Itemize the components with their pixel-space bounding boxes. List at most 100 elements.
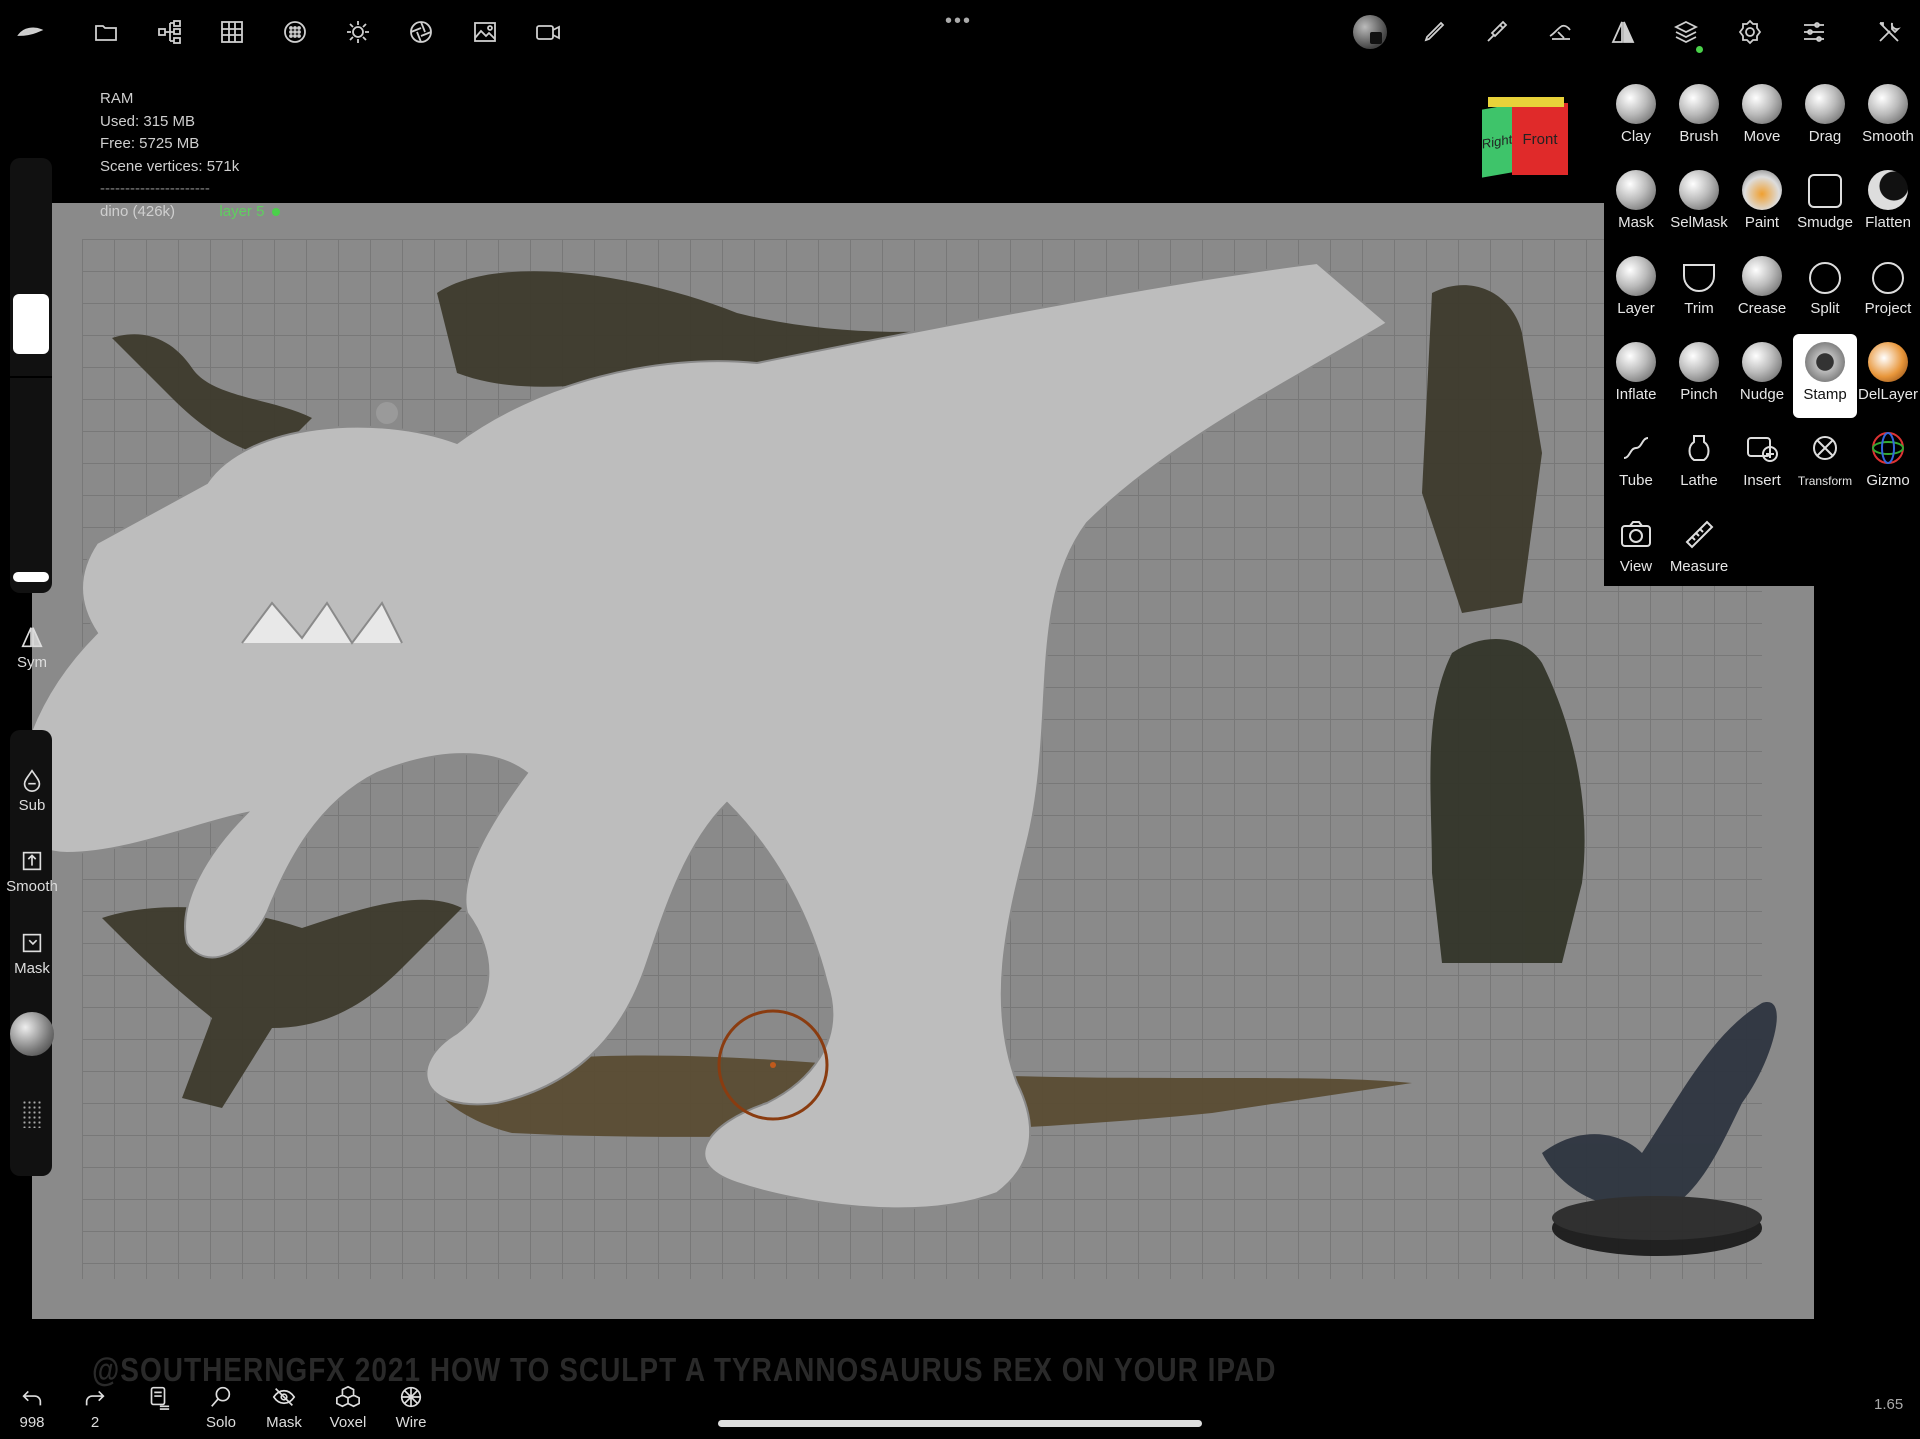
mask-button[interactable]: Mask: [0, 930, 64, 977]
tool-trim[interactable]: Trim: [1667, 248, 1731, 332]
transform-icon: [1813, 436, 1837, 460]
tool-transform[interactable]: Transform: [1793, 420, 1857, 504]
light-icon[interactable]: [338, 12, 378, 52]
grid-icon[interactable]: [212, 12, 252, 52]
history-list-icon: [150, 1386, 170, 1410]
brush-tool-icon: [1679, 84, 1719, 124]
viewport[interactable]: [32, 203, 1814, 1319]
video-icon[interactable]: [528, 12, 568, 52]
tool-paint[interactable]: Paint: [1730, 162, 1794, 246]
voxel-icon: [336, 1385, 360, 1408]
inflate-icon: [1616, 342, 1656, 382]
tool-brush[interactable]: Brush: [1667, 76, 1731, 160]
layers-icon[interactable]: [1666, 12, 1706, 53]
tool-split[interactable]: Split: [1793, 248, 1857, 332]
mask-visibility-label: Mask: [266, 1414, 302, 1431]
ram-used: Used: 315 MB: [100, 112, 196, 130]
redo-count: 2: [90, 1414, 100, 1431]
tool-inflate[interactable]: Inflate: [1604, 334, 1668, 418]
undo-button[interactable]: 998: [4, 1384, 60, 1431]
tool-lathe[interactable]: Lathe: [1667, 420, 1731, 504]
tool-stamp[interactable]: Stamp: [1793, 334, 1857, 418]
camera-icon: [1621, 521, 1651, 547]
dolphin-logo-icon[interactable]: [10, 12, 50, 52]
tool-mask[interactable]: Mask: [1604, 162, 1668, 246]
radius-slider-thumb[interactable]: [13, 294, 49, 354]
tool-measure[interactable]: Measure: [1667, 506, 1731, 590]
sliders-icon[interactable]: [1794, 12, 1834, 52]
undo-count: 998: [19, 1414, 45, 1431]
image-icon[interactable]: [465, 12, 505, 52]
voxel-button[interactable]: Voxel: [320, 1384, 376, 1431]
symmetry-icon[interactable]: [1603, 12, 1643, 52]
project-icon: [1872, 262, 1904, 294]
brush-icon[interactable]: [1414, 12, 1454, 52]
settings-icon[interactable]: [1730, 12, 1770, 52]
hammer-icon[interactable]: [1540, 12, 1580, 52]
intensity-slider-thumb[interactable]: [13, 572, 49, 582]
sub-label: Sub: [18, 797, 46, 814]
tool-insert[interactable]: Insert: [1730, 420, 1794, 504]
sub-button[interactable]: Sub: [0, 767, 64, 814]
sym-button[interactable]: Sym: [0, 624, 64, 671]
tool-nudge[interactable]: Nudge: [1730, 334, 1794, 418]
material-icon[interactable]: [275, 12, 315, 52]
undo-icon: [22, 1390, 42, 1406]
mask-icon: [1616, 170, 1656, 210]
smudge-icon: [1808, 174, 1842, 208]
cube-front-face[interactable]: Front: [1512, 103, 1568, 175]
sculpt-scene: [32, 261, 1777, 1256]
solo-label: Solo: [205, 1414, 237, 1431]
nudge-icon: [1742, 342, 1782, 382]
folder-icon[interactable]: [86, 12, 126, 52]
wireframe-icon: [400, 1386, 422, 1408]
wire-button[interactable]: Wire: [383, 1384, 439, 1431]
tool-drag[interactable]: Drag: [1793, 76, 1857, 160]
alpha-texture-icon[interactable]: [22, 1100, 42, 1128]
redo-icon: [85, 1390, 105, 1406]
material-preview-sphere[interactable]: [10, 1012, 54, 1056]
tool-pinch[interactable]: Pinch: [1667, 334, 1731, 418]
trim-icon: [1683, 264, 1715, 292]
scene-tree-icon[interactable]: [150, 12, 190, 52]
history-list-button[interactable]: [130, 1384, 186, 1414]
tool-crease[interactable]: Crease: [1730, 248, 1794, 332]
material-sphere-icon[interactable]: [1350, 12, 1390, 52]
tool-smudge[interactable]: Smudge: [1793, 162, 1857, 246]
tool-tube[interactable]: Tube: [1604, 420, 1668, 504]
smooth-button[interactable]: Smooth: [0, 848, 64, 895]
paint-icon[interactable]: [1476, 12, 1516, 52]
home-indicator: [718, 1420, 1202, 1427]
pinch-icon: [1679, 342, 1719, 382]
more-dots[interactable]: •••: [945, 10, 972, 33]
tool-flatten[interactable]: Flatten: [1856, 162, 1920, 246]
slider-divider: [10, 376, 52, 378]
mask-visibility-button[interactable]: Mask: [256, 1384, 312, 1431]
sym-label: Sym: [17, 654, 47, 671]
insert-icon: [1747, 437, 1778, 462]
gizmo-icon: [1872, 432, 1904, 464]
render-icon[interactable]: [401, 12, 441, 52]
cube-right-face[interactable]: Right: [1482, 104, 1512, 178]
tool-view[interactable]: View: [1604, 506, 1668, 590]
tool-selmask[interactable]: SelMask: [1667, 162, 1731, 246]
tool-project[interactable]: Project: [1856, 248, 1920, 332]
tool-move[interactable]: Move: [1730, 76, 1794, 160]
orientation-cube[interactable]: Right Front: [1482, 97, 1568, 181]
mask-label: Mask: [14, 960, 50, 977]
tool-layer[interactable]: Layer: [1604, 248, 1668, 332]
smooth-icon: [1868, 84, 1908, 124]
tools-icon[interactable]: [1869, 12, 1909, 52]
mesh-name[interactable]: dino (426k): [100, 203, 175, 220]
crease-icon: [1742, 256, 1782, 296]
tool-dellayer[interactable]: DelLayer: [1856, 334, 1920, 418]
tool-smooth[interactable]: Smooth: [1856, 76, 1920, 160]
paint-tool-icon: [1742, 170, 1782, 210]
cube-top-face: [1488, 97, 1564, 107]
solo-button[interactable]: Solo: [193, 1384, 249, 1431]
layer-name[interactable]: layer 5: [219, 203, 264, 220]
tool-clay[interactable]: Clay: [1604, 76, 1668, 160]
tool-gizmo[interactable]: Gizmo: [1856, 420, 1920, 504]
redo-button[interactable]: 2: [67, 1384, 123, 1431]
drag-icon: [1805, 84, 1845, 124]
